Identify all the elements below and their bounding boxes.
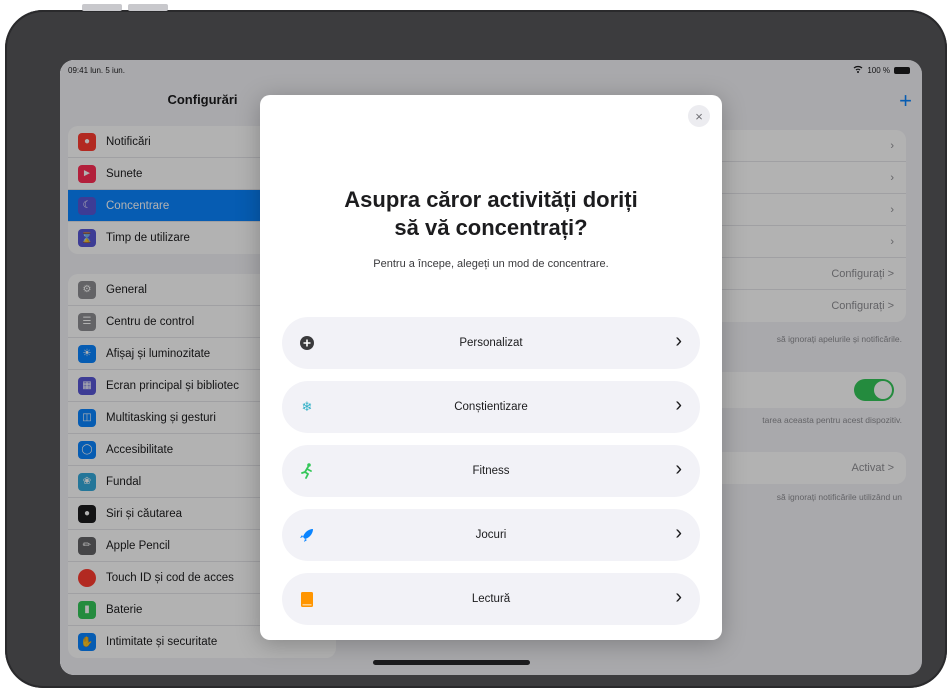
home-indicator[interactable]	[373, 660, 530, 665]
option-personalizat[interactable]: Personalizat ›	[282, 317, 700, 369]
option-label: Personalizat	[459, 337, 523, 349]
option-label: Jocuri	[475, 529, 507, 541]
option-label: Fitness	[472, 465, 510, 477]
chevron-right-icon: ›	[675, 394, 682, 416]
sheet-subtitle: Pentru a începe, alegeți un mod de conce…	[373, 258, 609, 270]
runner-icon	[298, 462, 316, 480]
screen: 09:41 lun. 5 iun. 100 % Configurări ● No…	[60, 60, 922, 675]
option-fitness[interactable]: Fitness ›	[282, 445, 700, 497]
option-jocuri[interactable]: Jocuri ›	[282, 509, 700, 561]
snowflake-icon: ❄	[301, 399, 313, 414]
chevron-right-icon: ›	[675, 522, 682, 544]
close-icon: ×	[695, 108, 703, 124]
ipad-frame: 09:41 lun. 5 iun. 100 % Configurări ● No…	[5, 10, 947, 688]
close-button[interactable]: ×	[688, 105, 710, 127]
option-label: Conștientizare	[454, 401, 528, 413]
volume-button	[128, 4, 168, 11]
option-constientizare[interactable]: ❄ Conștientizare ›	[282, 381, 700, 433]
chevron-right-icon: ›	[675, 330, 682, 352]
option-lectura[interactable]: Lectură ›	[282, 573, 700, 625]
volume-button	[82, 4, 122, 11]
plus-circle-icon	[298, 334, 316, 352]
focus-options-list: Personalizat › ❄ Conștientizare › Fitnes…	[282, 317, 700, 637]
sheet-title-line-2: să vă concentrați?	[394, 215, 588, 240]
book-icon	[298, 590, 316, 608]
rocket-icon	[298, 526, 316, 544]
sheet-title: Asupra căror activități doriți să vă con…	[260, 186, 722, 242]
option-label: Lectură	[471, 593, 511, 605]
chevron-right-icon: ›	[675, 586, 682, 608]
chevron-right-icon: ›	[675, 458, 682, 480]
sheet-title-line-1: Asupra căror activități doriți	[344, 187, 638, 212]
new-focus-sheet: × Asupra căror activități doriți să vă c…	[260, 95, 722, 640]
